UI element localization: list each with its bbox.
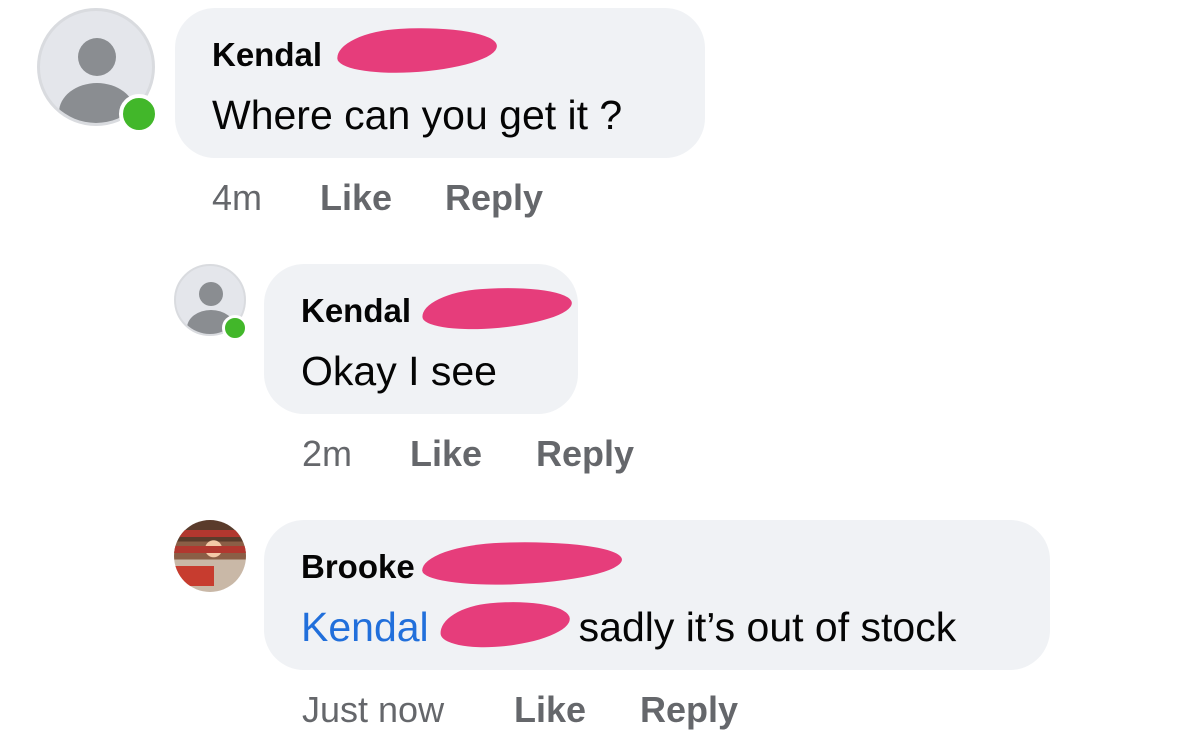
comment-author[interactable]: Brooke [301,548,415,586]
comment-timestamp[interactable]: 2m [302,433,352,475]
comment-text: Where can you get it ? [212,92,623,138]
comment-text: Okay I see [301,348,497,394]
comment-bubble: Brooke Kendal sadly it’s out of stock [264,520,1050,670]
comment-bubble: Kendal Okay I see [264,264,578,414]
comment-author[interactable]: Kendal [301,292,411,330]
comment-author[interactable]: Kendal [212,36,322,74]
name-redaction [420,282,574,334]
comment-bubble: Kendal Where can you get it ? [175,8,705,158]
like-button[interactable]: Like [410,433,482,475]
like-button[interactable]: Like [514,689,586,731]
like-button[interactable]: Like [320,177,392,219]
comment-body: sadly it’s out of stock [578,604,957,650]
comment-timestamp[interactable]: 4m [212,177,262,219]
online-status-icon [222,315,248,341]
online-status-icon [119,94,159,134]
name-redaction [335,23,499,77]
reply-button[interactable]: Reply [445,177,543,219]
avatar[interactable] [174,264,248,341]
avatar[interactable] [37,8,159,134]
mention-link[interactable]: Kendal [301,604,429,650]
name-redaction [421,538,623,588]
comment-text: Kendal sadly it’s out of stock [301,604,956,651]
comment-timestamp[interactable]: Just now [302,689,444,731]
reply-button[interactable]: Reply [640,689,738,731]
reply-button[interactable]: Reply [536,433,634,475]
avatar[interactable] [174,520,246,592]
